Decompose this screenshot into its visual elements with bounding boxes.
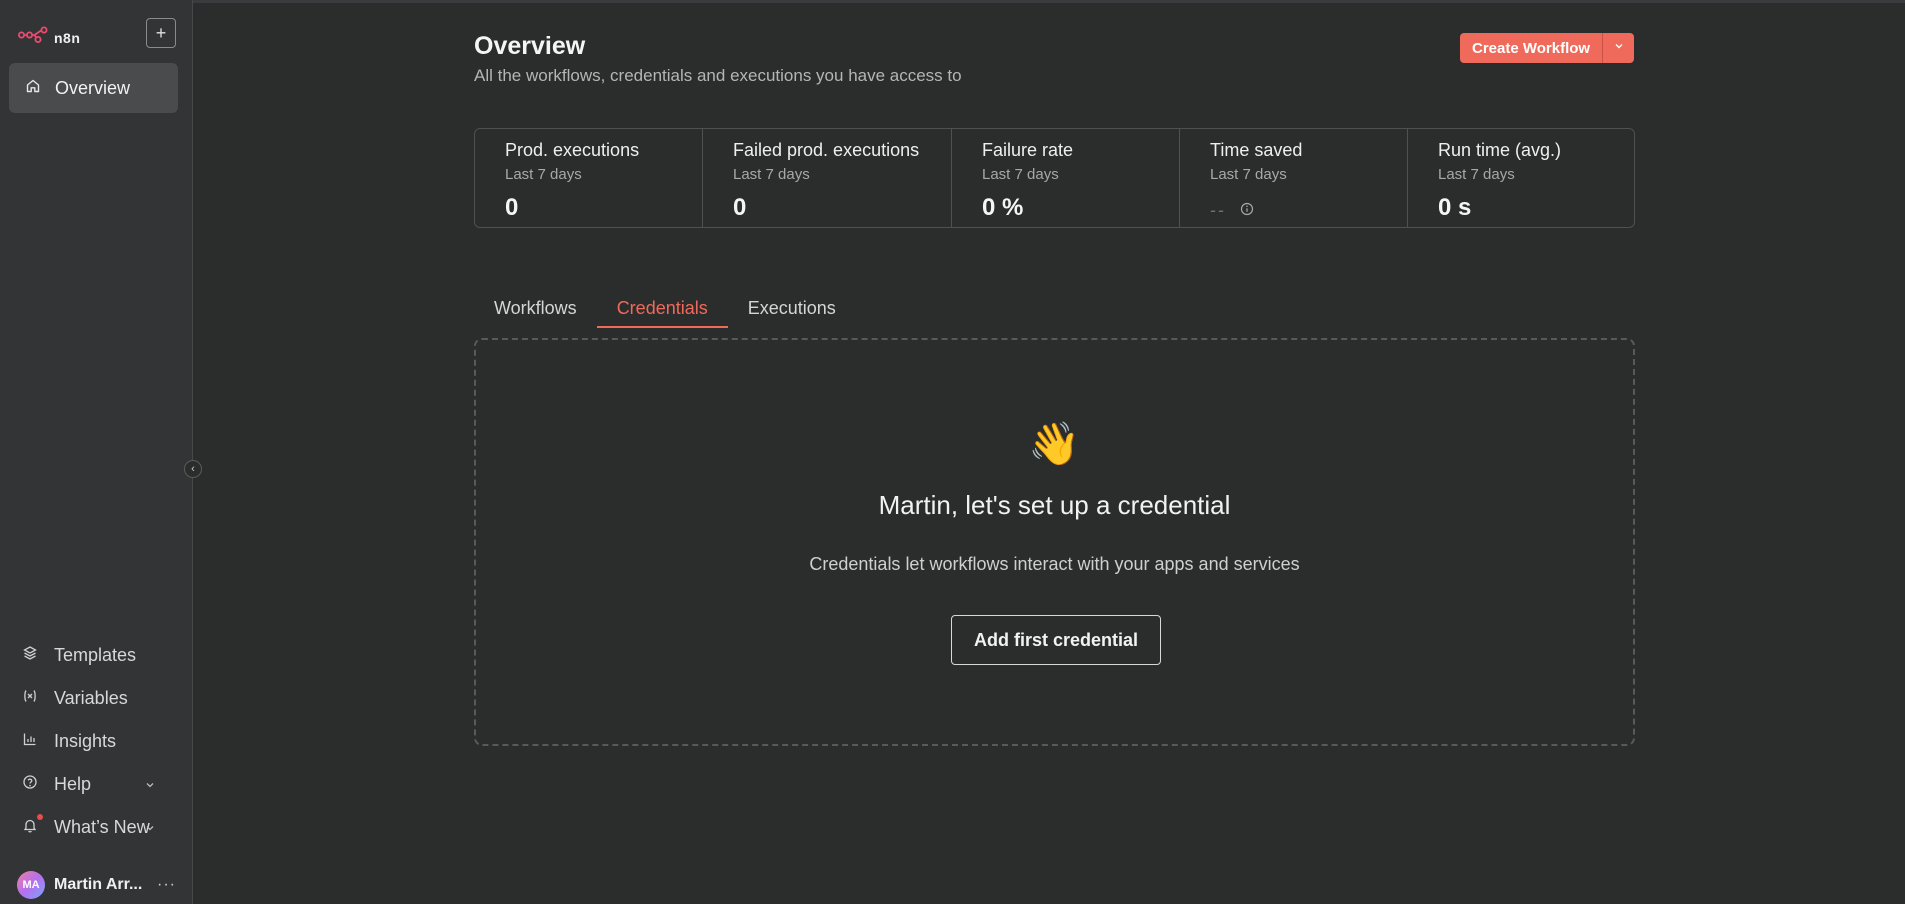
chevron-down-icon [1613,39,1625,57]
sidebar-item-variables[interactable]: Variables [22,688,128,709]
create-new-button[interactable]: + [146,18,176,48]
create-workflow-group: Create Workflow [1460,33,1635,63]
chart-icon [22,731,38,752]
sidebar-item-label: Help [54,774,92,794]
stat-run-time[interactable]: Run time (avg.) Last 7 days 0 s [1408,129,1634,227]
chevron-down-icon [144,821,156,839]
app-logo[interactable]: n8n [18,26,80,49]
stat-failed-prod-executions[interactable]: Failed prod. executions Last 7 days 0 [703,129,952,227]
stat-prod-executions[interactable]: Prod. executions Last 7 days 0 [475,129,703,227]
more-options-icon[interactable]: ··· [157,871,176,899]
insights-summary: Prod. executions Last 7 days 0 Failed pr… [474,128,1635,228]
create-workflow-dropdown[interactable] [1602,33,1635,63]
sidebar-item-templates[interactable]: Templates [22,645,136,666]
stat-value: 0 s [1438,194,1472,221]
stat-value: 0 % [982,194,1024,221]
sidebar-item-label: What’s New [54,817,150,837]
top-border [0,0,1905,3]
stat-time-saved[interactable]: Time saved Last 7 days -- [1180,129,1408,227]
tab-bar: Workflows Credentials Executions [474,288,856,328]
bell-icon [22,814,43,838]
stat-label: Prod. executions [505,140,640,160]
sidebar-item-label: Overview [55,77,131,98]
chevron-left-icon: ‹ [191,463,195,475]
stat-label: Failure rate [982,140,1074,160]
box-icon [22,645,38,666]
info-icon[interactable] [1240,200,1254,221]
stat-value-group: -- [1210,200,1254,221]
notification-dot [37,814,43,820]
tab-credentials[interactable]: Credentials [596,288,728,328]
chevron-down-icon [144,778,156,796]
add-first-credential-button[interactable]: Add first credential [951,615,1161,665]
stat-label: Run time (avg.) [1438,140,1562,160]
n8n-logo-icon [18,26,48,49]
stat-value: -- [1210,200,1226,220]
tab-executions[interactable]: Executions [728,288,856,328]
empty-state: 👋 Martin, let's set up a credential Cred… [474,338,1635,746]
sidebar-item-overview[interactable]: Overview [9,63,178,113]
stat-period: Last 7 days [1210,166,1287,183]
stat-value: 0 [733,194,747,221]
tab-workflows[interactable]: Workflows [474,288,597,328]
sidebar-item-label: Insights [54,731,117,751]
sidebar-item-label: Templates [54,645,137,665]
page-subtitle: All the workflows, credentials and execu… [474,66,962,85]
logo-text: n8n [54,29,81,46]
stat-period: Last 7 days [733,166,810,183]
home-icon [25,78,41,99]
stat-value: 0 [505,194,519,221]
stat-period: Last 7 days [505,166,582,183]
collapse-sidebar-button[interactable]: ‹ [184,460,202,478]
empty-state-description: Credentials let workflows interact with … [809,554,1300,574]
variables-icon [22,688,38,709]
waving-hand-icon: 👋 [1028,420,1081,467]
user-menu[interactable]: MA Martin Arr... [17,871,142,899]
sidebar-item-insights[interactable]: Insights [22,731,116,752]
sidebar-item-help[interactable]: Help [22,774,154,795]
help-circle-icon [22,774,38,795]
sidebar: n8n + Overview ‹ Templates Variables Ins… [0,0,202,904]
avatar: MA [17,871,45,899]
user-name: Martin Arr... [54,876,143,893]
stat-label: Failed prod. executions [733,140,920,160]
stat-label: Time saved [1210,140,1303,160]
stat-period: Last 7 days [1438,166,1515,183]
stat-failure-rate[interactable]: Failure rate Last 7 days 0 % [952,129,1180,227]
empty-state-title: Martin, let's set up a credential [878,490,1231,520]
page-title: Overview [474,32,586,60]
sidebar-item-label: Variables [54,688,128,708]
sidebar-item-whats-new[interactable]: What’s New [22,814,154,838]
stat-period: Last 7 days [982,166,1059,183]
create-workflow-button[interactable]: Create Workflow [1460,33,1603,63]
